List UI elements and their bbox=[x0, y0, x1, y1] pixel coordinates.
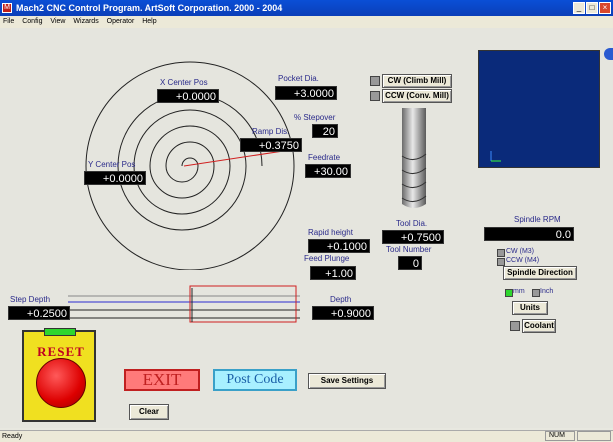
ccw-m4-label: CCW (M4) bbox=[506, 257, 540, 264]
spindle-rpm-dro[interactable]: 0.0 bbox=[484, 227, 574, 241]
depth-dro[interactable]: +0.9000 bbox=[312, 306, 374, 320]
tool-dia-dro[interactable]: +0.7500 bbox=[382, 230, 444, 244]
num-lock-indicator: NUM bbox=[545, 431, 575, 441]
toolpath-preview[interactable] bbox=[478, 50, 600, 168]
depth-diagram bbox=[68, 285, 300, 323]
mm-led bbox=[505, 289, 513, 297]
menu-help[interactable]: Help bbox=[139, 18, 159, 25]
close-button[interactable]: × bbox=[599, 2, 611, 14]
reset-button[interactable]: RESET bbox=[22, 328, 96, 422]
tool-number-dro[interactable]: 0 bbox=[398, 256, 422, 270]
menu-wizards[interactable]: Wizards bbox=[70, 18, 101, 25]
y-center-label: Y Center Pos bbox=[88, 160, 136, 169]
menu-view[interactable]: View bbox=[47, 18, 68, 25]
menu-config[interactable]: Config bbox=[19, 18, 45, 25]
post-code-button[interactable]: Post Code bbox=[213, 369, 297, 391]
title-bar: Mach2 CNC Control Program. ArtSoft Corpo… bbox=[0, 0, 613, 16]
end-mill-tool-icon bbox=[401, 108, 427, 208]
window-title: Mach2 CNC Control Program. ArtSoft Corpo… bbox=[16, 3, 283, 13]
step-depth-dro[interactable]: +0.2500 bbox=[8, 306, 70, 320]
minimize-button[interactable]: _ bbox=[573, 2, 585, 14]
feed-plunge-dro[interactable]: +1.00 bbox=[310, 266, 356, 280]
sphere-icon bbox=[604, 48, 613, 60]
stepover-label: % Stepover bbox=[294, 113, 336, 122]
cw-m3-label: CW (M3) bbox=[506, 248, 534, 255]
mm-label: mm bbox=[513, 288, 525, 295]
step-depth-label: Step Depth bbox=[10, 295, 51, 304]
spindle-direction-button[interactable]: Spindle Direction bbox=[503, 266, 577, 280]
inch-led bbox=[532, 289, 540, 297]
coolant-button[interactable]: Coolant bbox=[522, 319, 556, 333]
coolant-led bbox=[510, 321, 520, 331]
exit-button[interactable]: EXIT bbox=[124, 369, 200, 391]
rapid-height-dro[interactable]: +0.1000 bbox=[308, 239, 370, 253]
tool-number-label: Tool Number bbox=[386, 245, 432, 254]
tool-dia-label: Tool Dia. bbox=[396, 219, 428, 228]
y-center-dro[interactable]: +0.0000 bbox=[84, 171, 146, 185]
ccw-conv-button[interactable]: CCW (Conv. Mill) bbox=[382, 89, 452, 103]
status-cell-empty bbox=[577, 431, 611, 441]
pocket-dia-dro[interactable]: +3.0000 bbox=[275, 86, 337, 100]
axis-indicator-icon bbox=[490, 151, 501, 162]
x-center-label: X Center Pos bbox=[160, 78, 208, 87]
app-icon: M bbox=[2, 3, 12, 13]
reset-label: RESET bbox=[37, 344, 85, 359]
menu-bar: File Config View Wizards Operator Help bbox=[0, 16, 613, 28]
status-text: Ready bbox=[2, 433, 23, 440]
reset-knob-icon bbox=[36, 358, 86, 408]
x-center-dro[interactable]: +0.0000 bbox=[157, 89, 219, 103]
cw-m3-led bbox=[497, 249, 505, 257]
feedrate-dro[interactable]: +30.00 bbox=[305, 164, 351, 178]
ramp-dis-dro[interactable]: +0.3750 bbox=[240, 138, 302, 152]
pocket-dia-label: Pocket Dia. bbox=[278, 74, 319, 83]
ramp-dis-label: Ramp Dis. bbox=[252, 127, 290, 136]
feed-plunge-label: Feed Plunge bbox=[304, 254, 350, 263]
save-settings-button[interactable]: Save Settings bbox=[308, 373, 386, 389]
depth-label: Depth bbox=[330, 295, 352, 304]
menu-operator[interactable]: Operator bbox=[104, 18, 138, 25]
reset-indicator-led bbox=[44, 328, 76, 336]
maximize-button[interactable]: □ bbox=[586, 2, 598, 14]
clear-button[interactable]: Clear bbox=[129, 404, 169, 420]
spindle-rpm-label: Spindle RPM bbox=[514, 215, 561, 224]
cw-climb-led bbox=[370, 76, 380, 86]
menu-file[interactable]: File bbox=[0, 18, 17, 25]
feedrate-label: Feedrate bbox=[308, 153, 341, 162]
units-button[interactable]: Units bbox=[512, 301, 548, 315]
rapid-height-label: Rapid height bbox=[308, 228, 353, 237]
inch-label: Inch bbox=[540, 288, 554, 295]
ccw-m4-led bbox=[497, 258, 505, 266]
status-bar: Ready bbox=[0, 430, 613, 442]
ccw-conv-led bbox=[370, 91, 380, 101]
stepover-dro[interactable]: 20 bbox=[312, 124, 338, 138]
cw-climb-button[interactable]: CW (Climb Mill) bbox=[382, 74, 452, 88]
